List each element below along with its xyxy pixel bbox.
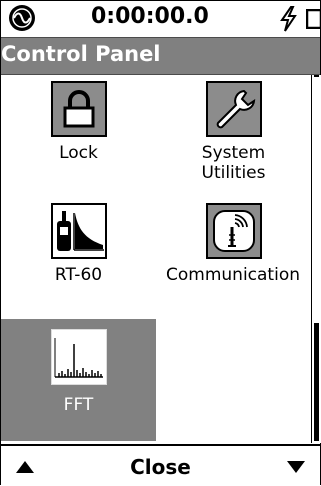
- logo-icon: [9, 5, 35, 31]
- grid-item-communication[interactable]: Communication: [156, 197, 311, 319]
- page-title: Control Panel: [1, 42, 161, 66]
- softkey-bar: Close: [1, 444, 320, 486]
- status-bar: 0:00:00.0: [1, 1, 321, 37]
- grid-item-label-text: System Utilities: [201, 143, 266, 183]
- grid-item-label: RT-60: [54, 265, 103, 285]
- down-arrow-icon[interactable]: [286, 460, 306, 474]
- lock-icon: [51, 81, 107, 137]
- wrench-icon: [206, 81, 262, 137]
- title-bar: Control Panel: [1, 37, 320, 75]
- control-panel-grid: Lock System Utilities RT-60 Communicatio…: [1, 75, 311, 443]
- grid-item-label: System Utilities: [156, 143, 311, 183]
- grid-item-label: Lock: [59, 143, 98, 163]
- grid-item-lock[interactable]: Lock: [1, 75, 156, 197]
- scrollbar-top-mark: [314, 75, 319, 77]
- grid-item-rt60[interactable]: RT-60: [1, 197, 156, 319]
- scrollbar[interactable]: [311, 75, 321, 443]
- rt60-icon: [51, 203, 107, 259]
- bolt-icon: [280, 6, 297, 32]
- antenna-icon: [206, 203, 262, 259]
- fft-icon: [51, 329, 107, 385]
- device-screen: 0:00:00.0 Control Panel Lock System Util…: [0, 0, 321, 486]
- grid-item-system-utilities[interactable]: System Utilities: [156, 75, 311, 197]
- scrollbar-thumb[interactable]: [314, 323, 319, 441]
- battery-icon: [306, 9, 321, 29]
- grid-item-fft[interactable]: FFT: [1, 319, 156, 441]
- grid-item-label: FFT: [63, 395, 94, 415]
- grid-item-label: Communication: [166, 265, 300, 285]
- elapsed-timer: 0:00:00.0: [91, 4, 209, 29]
- close-button[interactable]: Close: [1, 455, 320, 479]
